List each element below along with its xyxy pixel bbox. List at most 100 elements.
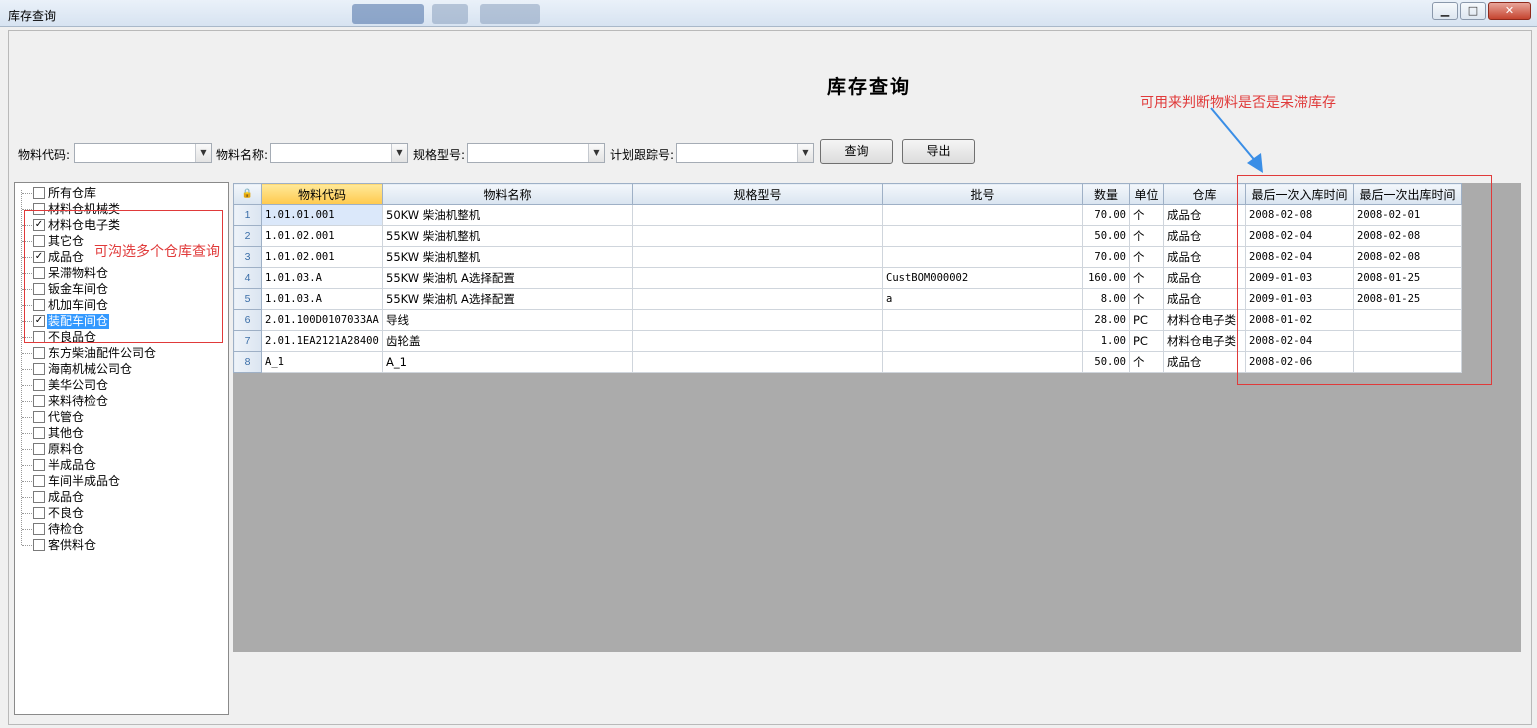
tree-item[interactable]: 所有仓库 bbox=[22, 185, 97, 201]
cell-spec[interactable] bbox=[632, 330, 883, 352]
cell-material-code[interactable]: 1.01.03.A bbox=[261, 288, 383, 310]
material-name-combo[interactable]: ▼ bbox=[270, 143, 408, 163]
cell-material-name[interactable]: 50KW 柴油机整机 bbox=[382, 204, 633, 226]
cell-unit[interactable]: 个 bbox=[1129, 225, 1164, 247]
row-number[interactable]: 1 bbox=[233, 204, 262, 226]
cell-spec[interactable] bbox=[632, 288, 883, 310]
tree-item-label[interactable]: 待检仓 bbox=[47, 522, 85, 537]
tree-item-label[interactable]: 车间半成品仓 bbox=[47, 474, 121, 489]
cell-quantity[interactable]: 8.00 bbox=[1082, 288, 1130, 310]
tree-item[interactable]: 成品仓 bbox=[22, 489, 85, 505]
cell-quantity[interactable]: 1.00 bbox=[1082, 330, 1130, 352]
tree-item-label[interactable]: 海南机械公司仓 bbox=[47, 362, 133, 377]
chevron-down-icon[interactable]: ▼ bbox=[195, 144, 211, 162]
cell-material-code[interactable]: 1.01.03.A bbox=[261, 267, 383, 289]
column-header-batch[interactable]: 批号 bbox=[882, 183, 1083, 205]
material-code-combo[interactable]: ▼ bbox=[74, 143, 212, 163]
tree-item-label[interactable]: 半成品仓 bbox=[47, 458, 97, 473]
cell-batch[interactable] bbox=[882, 309, 1083, 331]
tree-item[interactable]: 东方柴油配件公司仓 bbox=[22, 345, 157, 361]
row-number[interactable]: 7 bbox=[233, 330, 262, 352]
cell-material-code[interactable]: A_1 bbox=[261, 351, 383, 373]
tree-item[interactable]: 代管仓 bbox=[22, 409, 85, 425]
tree-item-label[interactable]: 成品仓 bbox=[47, 490, 85, 505]
tree-item-checkbox[interactable] bbox=[33, 379, 45, 391]
cell-warehouse[interactable]: 成品仓 bbox=[1163, 246, 1246, 268]
cell-material-name[interactable]: 导线 bbox=[382, 309, 633, 331]
row-number[interactable]: 4 bbox=[233, 267, 262, 289]
row-number[interactable]: 2 bbox=[233, 225, 262, 247]
cell-spec[interactable] bbox=[632, 204, 883, 226]
column-header-warehouse[interactable]: 仓库 bbox=[1163, 183, 1246, 205]
cell-material-code[interactable]: 1.01.01.001 bbox=[261, 204, 383, 226]
tree-item-checkbox[interactable] bbox=[33, 475, 45, 487]
cell-warehouse[interactable]: 成品仓 bbox=[1163, 288, 1246, 310]
chevron-down-icon[interactable]: ▼ bbox=[797, 144, 813, 162]
cell-batch[interactable]: CustBOM000002 bbox=[882, 267, 1083, 289]
tree-item[interactable]: 其他仓 bbox=[22, 425, 85, 441]
tree-item-label[interactable]: 美华公司仓 bbox=[47, 378, 109, 393]
cell-material-name[interactable]: 55KW 柴油机整机 bbox=[382, 225, 633, 247]
tree-item-label[interactable]: 所有仓库 bbox=[47, 186, 97, 201]
chevron-down-icon[interactable]: ▼ bbox=[391, 144, 407, 162]
cell-material-name[interactable]: 55KW 柴油机整机 bbox=[382, 246, 633, 268]
cell-batch[interactable] bbox=[882, 204, 1083, 226]
cell-spec[interactable] bbox=[632, 309, 883, 331]
cell-spec[interactable] bbox=[632, 246, 883, 268]
column-header-unit[interactable]: 单位 bbox=[1129, 183, 1164, 205]
tree-item-label[interactable]: 来料待检仓 bbox=[47, 394, 109, 409]
tree-item-checkbox[interactable] bbox=[33, 363, 45, 375]
cell-warehouse[interactable]: 成品仓 bbox=[1163, 204, 1246, 226]
cell-warehouse[interactable]: 材料仓电子类 bbox=[1163, 330, 1246, 352]
cell-batch[interactable] bbox=[882, 330, 1083, 352]
tree-item[interactable]: 不良仓 bbox=[22, 505, 85, 521]
cell-quantity[interactable]: 50.00 bbox=[1082, 225, 1130, 247]
cell-material-name[interactable]: 55KW 柴油机 A选择配置 bbox=[382, 267, 633, 289]
tree-item-label[interactable]: 东方柴油配件公司仓 bbox=[47, 346, 157, 361]
cell-spec[interactable] bbox=[632, 351, 883, 373]
cell-unit[interactable]: PC bbox=[1129, 309, 1164, 331]
minimize-button[interactable]: ▁ bbox=[1432, 2, 1458, 20]
tree-item-checkbox[interactable] bbox=[33, 411, 45, 423]
cell-unit[interactable]: PC bbox=[1129, 330, 1164, 352]
export-button[interactable]: 导出 bbox=[902, 139, 975, 164]
tree-item-checkbox[interactable] bbox=[33, 395, 45, 407]
tree-item[interactable]: 原料仓 bbox=[22, 441, 85, 457]
cell-material-name[interactable]: 齿轮盖 bbox=[382, 330, 633, 352]
tree-item-checkbox[interactable] bbox=[33, 539, 45, 551]
cell-material-code[interactable]: 1.01.02.001 bbox=[261, 246, 383, 268]
close-button[interactable]: ✕ bbox=[1488, 2, 1531, 20]
tree-item[interactable]: 车间半成品仓 bbox=[22, 473, 121, 489]
tree-item-checkbox[interactable] bbox=[33, 507, 45, 519]
cell-material-code[interactable]: 2.01.1EA2121A28400 bbox=[261, 330, 383, 352]
row-number[interactable]: 5 bbox=[233, 288, 262, 310]
tree-item-checkbox[interactable] bbox=[33, 427, 45, 439]
cell-warehouse[interactable]: 成品仓 bbox=[1163, 267, 1246, 289]
cell-warehouse[interactable]: 成品仓 bbox=[1163, 225, 1246, 247]
cell-quantity[interactable]: 28.00 bbox=[1082, 309, 1130, 331]
tree-item[interactable]: 客供料仓 bbox=[22, 537, 97, 553]
tree-item[interactable]: 海南机械公司仓 bbox=[22, 361, 133, 377]
column-header-material-code[interactable]: 物料代码 bbox=[261, 183, 383, 205]
cell-batch[interactable] bbox=[882, 351, 1083, 373]
column-header-spec[interactable]: 规格型号 bbox=[632, 183, 883, 205]
cell-quantity[interactable]: 160.00 bbox=[1082, 267, 1130, 289]
tree-item-checkbox[interactable] bbox=[33, 187, 45, 199]
tree-item-checkbox[interactable] bbox=[33, 491, 45, 503]
cell-batch[interactable] bbox=[882, 225, 1083, 247]
tree-item[interactable]: 来料待检仓 bbox=[22, 393, 109, 409]
tree-item[interactable]: 待检仓 bbox=[22, 521, 85, 537]
tree-item-label[interactable]: 其他仓 bbox=[47, 426, 85, 441]
cell-spec[interactable] bbox=[632, 267, 883, 289]
cell-quantity[interactable]: 50.00 bbox=[1082, 351, 1130, 373]
tree-item-label[interactable]: 不良仓 bbox=[47, 506, 85, 521]
row-number[interactable]: 6 bbox=[233, 309, 262, 331]
column-header-material-name[interactable]: 物料名称 bbox=[382, 183, 633, 205]
cell-unit[interactable]: 个 bbox=[1129, 351, 1164, 373]
cell-quantity[interactable]: 70.00 bbox=[1082, 246, 1130, 268]
query-button[interactable]: 查询 bbox=[820, 139, 893, 164]
row-number[interactable]: 8 bbox=[233, 351, 262, 373]
cell-material-name[interactable]: A_1 bbox=[382, 351, 633, 373]
maximize-button[interactable]: □ bbox=[1460, 2, 1486, 20]
cell-material-name[interactable]: 55KW 柴油机 A选择配置 bbox=[382, 288, 633, 310]
